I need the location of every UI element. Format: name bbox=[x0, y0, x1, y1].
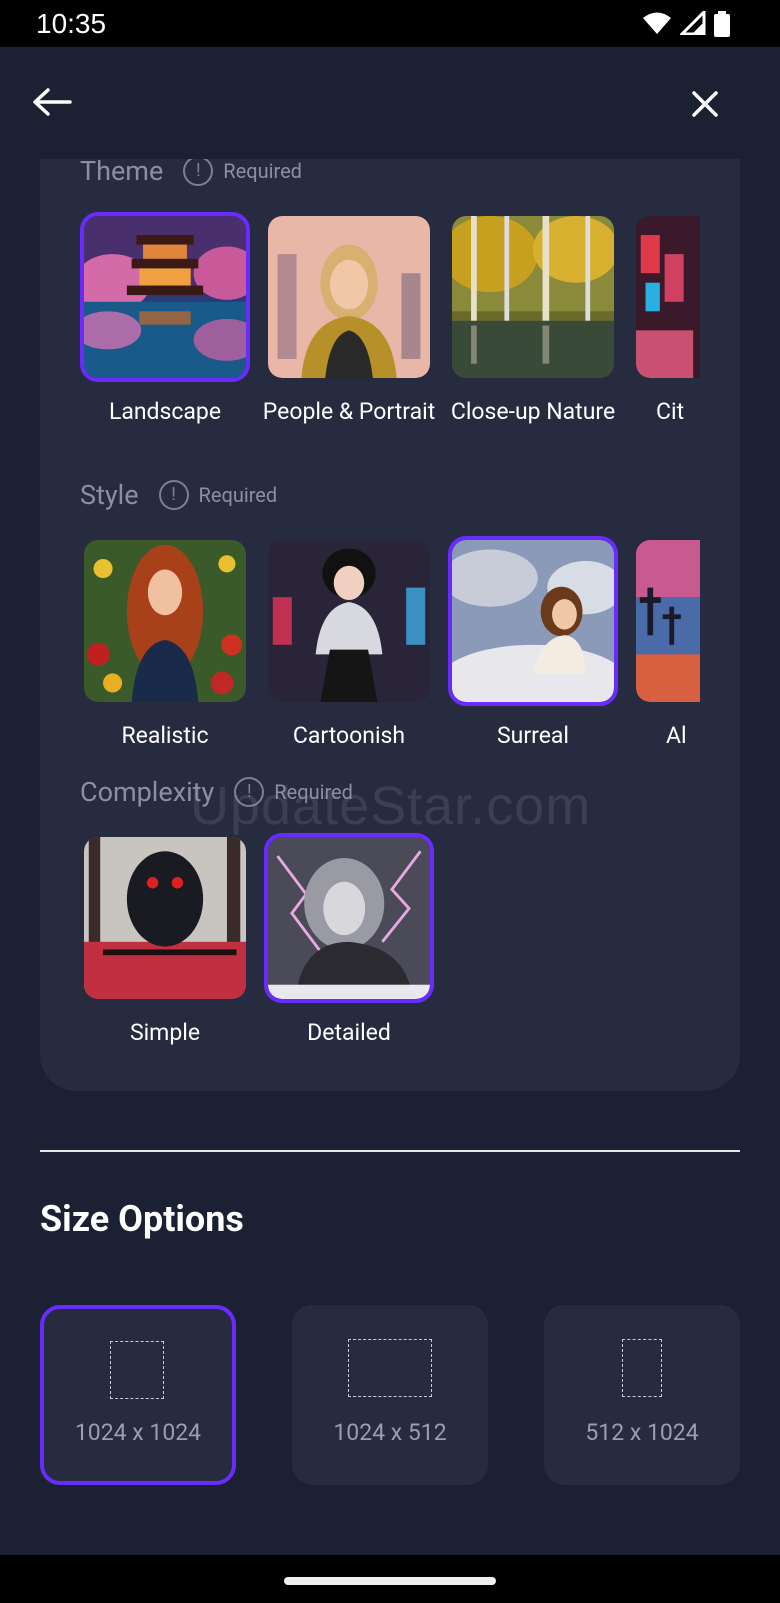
section-title: Style bbox=[80, 479, 139, 511]
size-label: 1024 x 512 bbox=[333, 1419, 447, 1446]
complexity-label: Detailed bbox=[307, 1019, 391, 1046]
info-icon: ! bbox=[158, 480, 189, 510]
status-bar: 10:35 bbox=[0, 0, 780, 47]
navigation-bar bbox=[0, 1555, 780, 1603]
section-title: Complexity bbox=[80, 776, 215, 808]
app-bar bbox=[0, 47, 780, 159]
style-header: Style ! Required bbox=[80, 479, 277, 511]
required-label: Required bbox=[274, 780, 353, 804]
size-label: 1024 x 1024 bbox=[74, 1419, 202, 1446]
style-label: Cartoonish bbox=[292, 722, 406, 749]
size-option-1024x512[interactable]: 1024 x 512 bbox=[292, 1305, 488, 1485]
theme-row: Landscape People & Portrait Close-up Nat… bbox=[80, 212, 700, 452]
theme-header: Theme ! Required bbox=[80, 155, 302, 187]
home-handle[interactable] bbox=[284, 1577, 496, 1585]
signal-icon bbox=[680, 11, 706, 35]
theme-thumbnail bbox=[264, 212, 434, 382]
battery-icon bbox=[714, 11, 730, 37]
complexity-row: Simple Detailed bbox=[80, 833, 700, 1073]
complexity-header: Complexity ! Required bbox=[80, 776, 353, 808]
size-label: 512 x 1024 bbox=[585, 1419, 699, 1446]
landscape-aspect-icon bbox=[348, 1339, 432, 1397]
options-panel: Theme ! Required Landscape People & Port… bbox=[40, 110, 740, 1091]
size-option-512x1024[interactable]: 512 x 1024 bbox=[544, 1305, 740, 1485]
section-title: Theme bbox=[80, 155, 164, 187]
theme-label: Landscape bbox=[108, 398, 222, 425]
style-label: Realistic bbox=[121, 722, 209, 749]
style-thumbnail bbox=[264, 536, 434, 706]
style-label: Al bbox=[666, 722, 687, 749]
status-icons bbox=[642, 11, 730, 37]
close-icon[interactable] bbox=[690, 89, 720, 119]
theme-thumbnail bbox=[80, 212, 250, 382]
info-icon: ! bbox=[183, 156, 214, 186]
portrait-aspect-icon bbox=[622, 1339, 662, 1397]
wifi-icon bbox=[643, 12, 671, 34]
status-time: 10:35 bbox=[36, 8, 107, 39]
divider bbox=[40, 1150, 740, 1152]
complexity-thumbnail bbox=[264, 833, 434, 1003]
style-thumbnail bbox=[632, 536, 700, 706]
info-icon: ! bbox=[234, 777, 265, 807]
required-label: Required bbox=[198, 483, 278, 507]
theme-label: Close-up Nature bbox=[450, 398, 616, 425]
theme-thumbnail bbox=[632, 212, 700, 382]
style-row: Realistic Cartoonish Surreal Al bbox=[80, 536, 700, 776]
theme-thumbnail bbox=[448, 212, 618, 382]
square-aspect-icon bbox=[110, 1341, 164, 1399]
style-thumbnail bbox=[448, 536, 618, 706]
required-label: Required bbox=[223, 159, 302, 183]
back-arrow-icon[interactable] bbox=[32, 87, 72, 117]
complexity-thumbnail bbox=[80, 833, 250, 1003]
style-label: Surreal bbox=[496, 722, 569, 749]
theme-label: People & Portrait bbox=[262, 398, 436, 425]
size-options-title: Size Options bbox=[40, 1198, 244, 1240]
complexity-label: Simple bbox=[129, 1019, 201, 1046]
style-thumbnail bbox=[80, 536, 250, 706]
theme-label: Cit bbox=[656, 398, 685, 425]
size-option-1024x1024[interactable]: 1024 x 1024 bbox=[40, 1305, 236, 1485]
